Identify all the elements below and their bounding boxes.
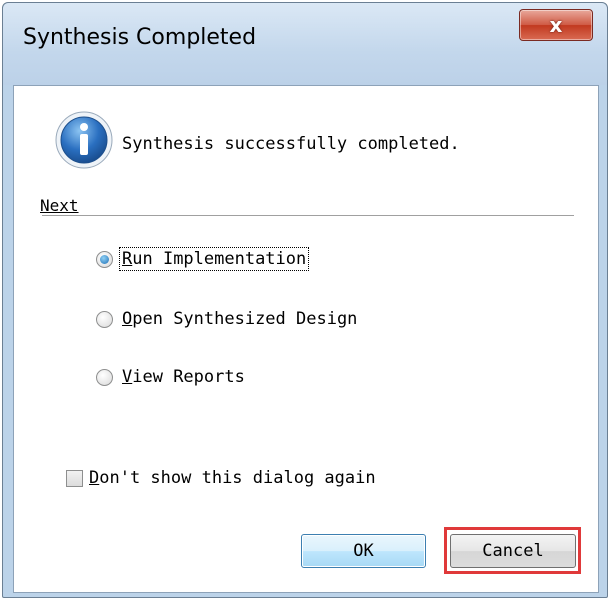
status-message: Synthesis successfully completed. <box>122 134 460 154</box>
dialog-title: Synthesis Completed <box>23 25 257 50</box>
section-divider <box>42 215 574 217</box>
radio-label-view-reports: View Reports <box>122 367 245 387</box>
radio-button[interactable] <box>96 310 113 328</box>
synthesis-completed-dialog: Synthesis Completed x Synthesis successf… <box>2 2 608 598</box>
radio-label-open-synthesized-design: Open Synthesized Design <box>122 309 358 329</box>
dialog-body: Synthesis successfully completed. Next R… <box>13 85 599 593</box>
dont-show-again-label: Don't show this dialog again <box>89 468 376 488</box>
dont-show-again-checkbox-row[interactable]: Don't show this dialog again <box>66 468 376 488</box>
close-icon: x <box>549 13 563 37</box>
dont-show-again-checkbox[interactable] <box>66 469 83 487</box>
title-bar[interactable]: Synthesis Completed x <box>3 3 607 85</box>
ok-button[interactable]: OK <box>301 534 426 568</box>
radio-button-selected[interactable] <box>96 250 113 268</box>
radio-button[interactable] <box>96 368 113 386</box>
radio-run-implementation[interactable]: Run Implementation <box>96 247 310 271</box>
radio-label-run-implementation: Run Implementation <box>118 247 310 271</box>
info-icon <box>55 111 113 169</box>
next-section-label: Next <box>40 196 79 215</box>
radio-open-synthesized-design[interactable]: Open Synthesized Design <box>96 308 359 330</box>
cancel-button[interactable]: Cancel <box>450 534 576 568</box>
close-button[interactable]: x <box>519 9 593 41</box>
radio-view-reports[interactable]: View Reports <box>96 366 247 388</box>
